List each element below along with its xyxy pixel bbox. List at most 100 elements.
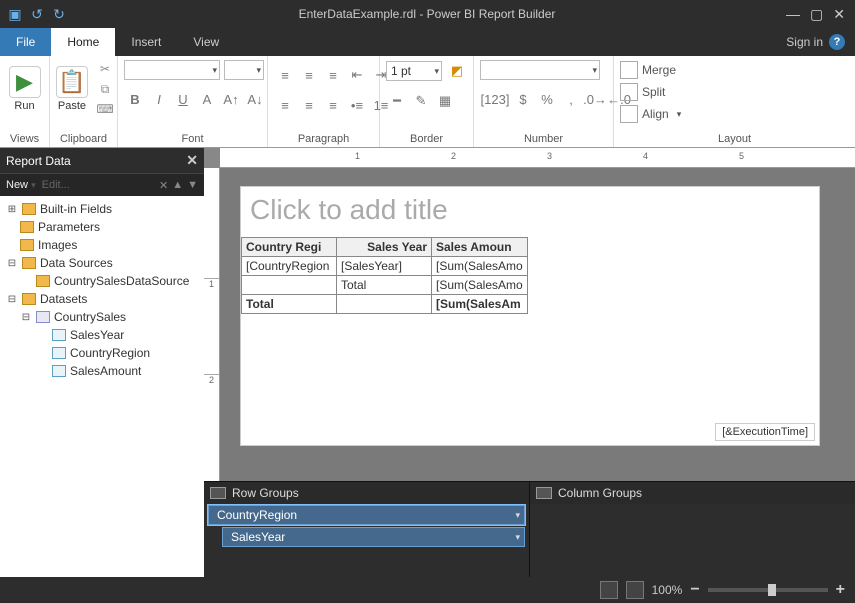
tree-data-sources[interactable]: Data Sources — [40, 256, 113, 270]
column-groups-label: Column Groups — [558, 486, 642, 500]
cell-sales-amount[interactable]: [Sum(SalesAmo — [432, 257, 528, 276]
report-data-tree[interactable]: ⊞Built-in Fields Parameters Images ⊟Data… — [0, 196, 204, 577]
header-sales-amount[interactable]: Sales Amoun — [432, 238, 528, 257]
pen-color-button[interactable]: ✎ — [410, 90, 432, 112]
tree-country-sales[interactable]: CountrySales — [54, 310, 126, 324]
cell-subtotal-label[interactable]: Total — [337, 276, 432, 295]
zoom-slider[interactable] — [708, 588, 828, 592]
tree-field-salesamount[interactable]: SalesAmount — [70, 364, 141, 378]
file-tab[interactable]: File — [0, 28, 51, 56]
decrease-indent-button[interactable]: ⇤ — [346, 64, 368, 86]
run-button[interactable]: ▶ Run — [6, 60, 43, 118]
align-bottom-button[interactable]: ≡ — [322, 94, 344, 116]
align-button[interactable]: Align▾ — [620, 104, 681, 124]
close-pane-button[interactable]: ✕ — [186, 152, 198, 169]
edit-button: Edit... — [42, 179, 70, 191]
zoom-out-button[interactable]: − — [690, 581, 699, 599]
split-button[interactable]: Split — [620, 82, 665, 102]
border-color-button[interactable]: ◩ — [446, 60, 468, 82]
font-family-combo[interactable]: ▾ — [124, 60, 220, 80]
home-tab[interactable]: Home — [51, 28, 115, 56]
bullets-button[interactable]: •≡ — [346, 94, 368, 116]
close-button[interactable]: ✕ — [833, 6, 845, 23]
merge-label: Merge — [642, 63, 676, 77]
border-style-button[interactable]: ━ — [386, 90, 408, 112]
number-format-combo[interactable]: ▾ — [480, 60, 600, 80]
maximize-button[interactable]: ▢ — [810, 6, 823, 23]
currency-button[interactable]: $ — [512, 88, 534, 110]
cut-icon[interactable]: ✂ — [94, 60, 116, 78]
report-data-title: Report Data — [6, 154, 71, 168]
field-icon — [52, 365, 66, 377]
merge-button[interactable]: Merge — [620, 60, 676, 80]
row-group-countryregion[interactable]: CountryRegion▾ — [208, 505, 525, 525]
font-size-combo[interactable]: ▾ — [224, 60, 264, 80]
redo-icon[interactable]: ↻ — [50, 5, 68, 23]
cell-sales-year[interactable]: [SalesYear] — [337, 257, 432, 276]
tree-built-in-fields[interactable]: Built-in Fields — [40, 202, 112, 216]
cell-subtotal-amount[interactable]: [Sum(SalesAmo — [432, 276, 528, 295]
tree-parameters[interactable]: Parameters — [38, 220, 100, 234]
paragraph-group-label: Paragraph — [274, 131, 373, 145]
tree-field-salesyear[interactable]: SalesYear — [70, 328, 124, 342]
title-placeholder[interactable]: Click to add title — [241, 187, 819, 237]
sign-in-link[interactable]: Sign in ? — [776, 28, 855, 56]
tree-country-sales-datasource[interactable]: CountrySalesDataSource — [54, 274, 189, 288]
underline-button[interactable]: U — [172, 88, 194, 110]
move-up-icon[interactable]: ▲ — [172, 179, 183, 192]
vertical-ruler: 1 2 — [204, 168, 220, 481]
align-middle-button[interactable]: ≡ — [298, 94, 320, 116]
align-center-button[interactable]: ≡ — [298, 64, 320, 86]
grow-font-button[interactable]: A↑ — [220, 88, 242, 110]
view-tab[interactable]: View — [177, 28, 235, 56]
tree-field-countryregion[interactable]: CountryRegion — [70, 346, 150, 360]
copy-icon[interactable]: ⧉ — [94, 80, 116, 98]
zoom-level[interactable]: 100% — [652, 583, 683, 597]
cell-grandtotal-label[interactable]: Total — [242, 295, 337, 314]
placeholder-button[interactable]: [123] — [480, 88, 510, 110]
sign-in-label: Sign in — [786, 35, 823, 49]
align-top-button[interactable]: ≡ — [274, 94, 296, 116]
dataset-icon — [36, 311, 50, 323]
percent-button[interactable]: % — [536, 88, 558, 110]
italic-button[interactable]: I — [148, 88, 170, 110]
header-sales-year[interactable]: Sales Year — [337, 238, 432, 257]
cell-grandtotal-amount[interactable]: [Sum(SalesAm — [432, 295, 528, 314]
report-body[interactable]: Click to add title Country Regi Sales Ye… — [240, 186, 820, 446]
header-country-region[interactable]: Country Regi — [242, 238, 337, 257]
paste-button[interactable]: 📋 Paste — [56, 60, 88, 118]
tree-images[interactable]: Images — [38, 238, 77, 252]
align-left-button[interactable]: ≡ — [274, 64, 296, 86]
insert-tab[interactable]: Insert — [115, 28, 177, 56]
help-icon[interactable]: ? — [829, 34, 845, 50]
shrink-font-button[interactable]: A↓ — [244, 88, 266, 110]
align-right-button[interactable]: ≡ — [322, 64, 344, 86]
undo-icon[interactable]: ↺ — [28, 5, 46, 23]
font-color-button[interactable]: A — [196, 88, 218, 110]
delete-icon[interactable]: ✕ — [159, 179, 168, 192]
tablix[interactable]: Country Regi Sales Year Sales Amoun [Cou… — [241, 237, 528, 314]
minimize-button[interactable]: — — [786, 6, 800, 23]
design-view-icon[interactable] — [600, 581, 618, 599]
paste-label: Paste — [58, 100, 86, 112]
new-menu[interactable]: New ▾ — [6, 179, 36, 191]
tree-datasets[interactable]: Datasets — [40, 292, 87, 306]
increase-decimal-button[interactable]: .0→ — [584, 88, 606, 110]
window-title: EnterDataExample.rdl - Power BI Report B… — [68, 7, 786, 21]
border-width-combo[interactable]: 1 pt▾ — [386, 61, 442, 81]
cell-subtotal-blank[interactable] — [242, 276, 337, 295]
row-groups-icon — [210, 487, 226, 499]
design-surface[interactable]: Click to add title Country Regi Sales Ye… — [220, 168, 855, 481]
row-groups-label: Row Groups — [232, 486, 299, 500]
cell-country-region[interactable]: [CountryRegion — [242, 257, 337, 276]
row-group-salesyear[interactable]: SalesYear▾ — [222, 527, 525, 547]
zoom-in-button[interactable]: + — [836, 581, 845, 599]
preview-icon[interactable] — [626, 581, 644, 599]
cell-grandtotal-blank[interactable] — [337, 295, 432, 314]
execution-time-textbox[interactable]: [&ExecutionTime] — [715, 423, 815, 441]
format-painter-icon[interactable]: ⌨ — [94, 100, 116, 118]
move-down-icon[interactable]: ▼ — [187, 179, 198, 192]
bold-button[interactable]: B — [124, 88, 146, 110]
comma-button[interactable]: , — [560, 88, 582, 110]
borders-button[interactable]: ▦ — [434, 90, 456, 112]
